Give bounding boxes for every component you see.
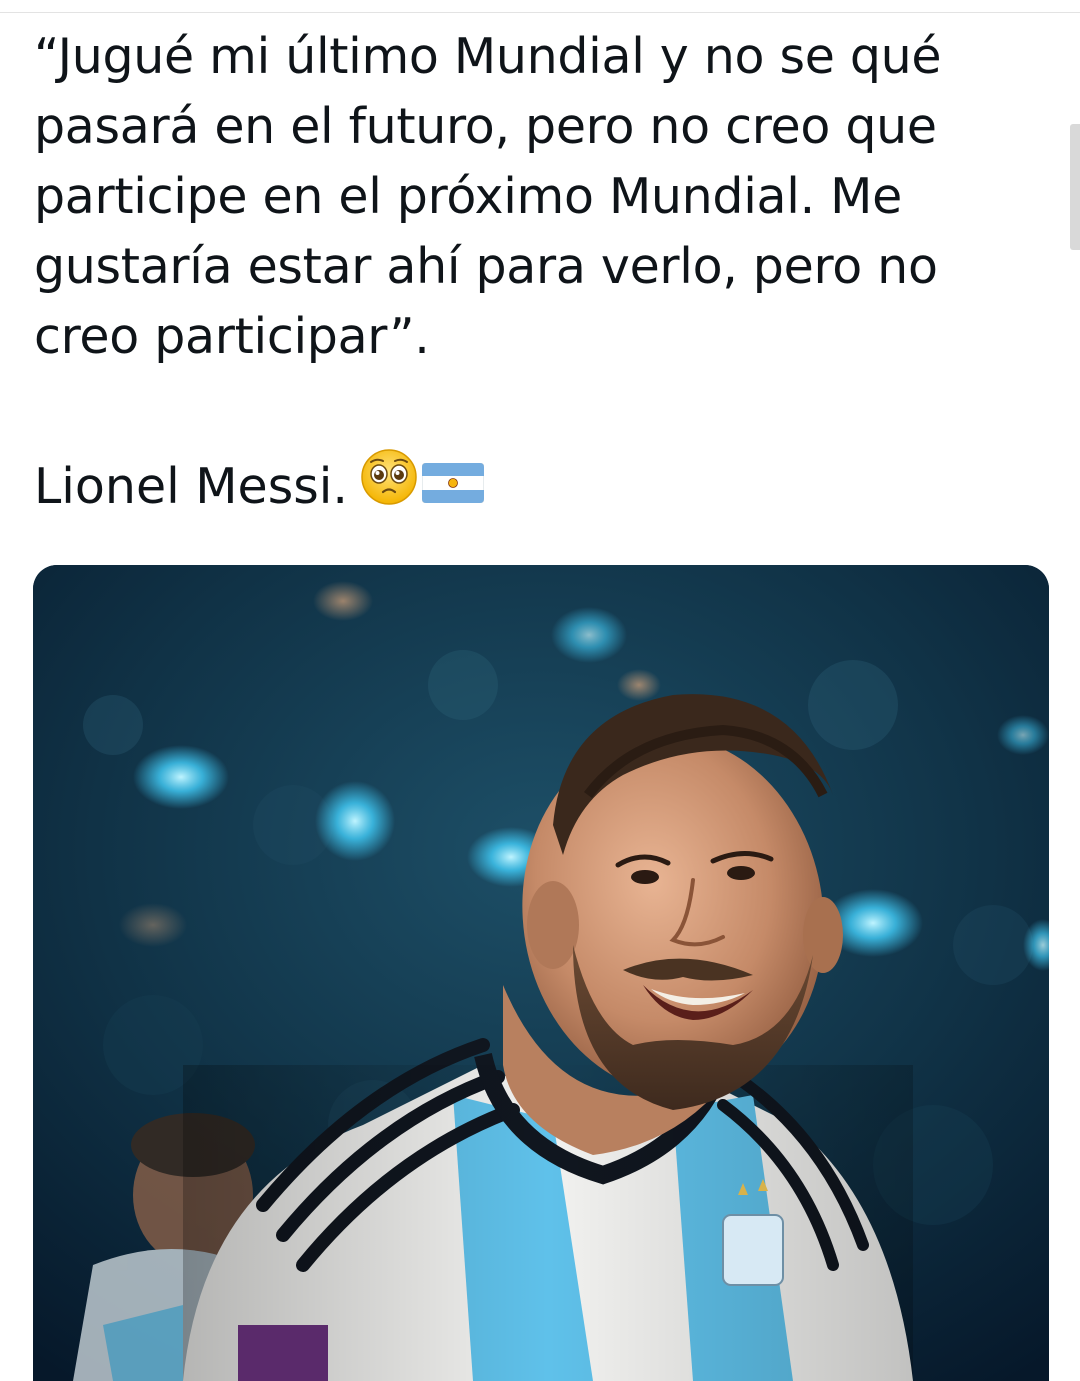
scrollbar[interactable]: [1070, 124, 1080, 250]
quote-line: pasará en el futuro, pero no creo que: [34, 98, 937, 155]
tweet-quote: “Jugué mi último Mundial y no se qué pas…: [34, 22, 994, 372]
quote-line: “Jugué mi último Mundial y no se qué: [34, 28, 942, 85]
quote-line: gustaría estar ahí para verlo, pero no: [34, 238, 938, 295]
quote-line: participe en el próximo Mundial. Me: [34, 168, 902, 225]
player-photo: [33, 565, 1049, 1381]
top-divider: [0, 12, 1080, 13]
tweet-screenshot: “Jugué mi último Mundial y no se qué pas…: [0, 0, 1080, 1381]
pleading-face-icon: [360, 448, 418, 525]
argentina-flag-icon: [421, 452, 485, 522]
quote-line: creo participar”.: [34, 308, 430, 365]
tweet-media-image[interactable]: [33, 565, 1049, 1381]
author-name: Lionel Messi.: [34, 457, 348, 515]
author-attribution: Lionel Messi.: [34, 448, 485, 525]
